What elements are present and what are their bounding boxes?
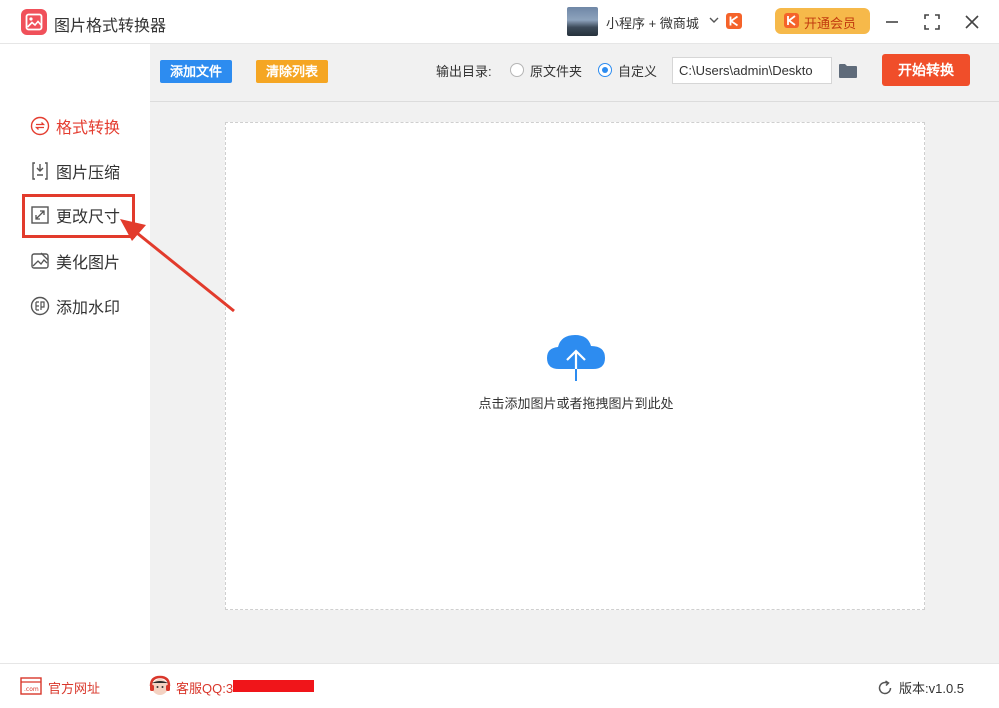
compress-icon (32, 162, 48, 180)
radio-custom-label[interactable]: 自定义 (618, 61, 657, 80)
refresh-icon[interactable] (877, 680, 893, 696)
radio-original-label[interactable]: 原文件夹 (530, 61, 582, 80)
start-convert-button[interactable]: 开始转换 (882, 54, 970, 86)
sidebar: 格式转换 图片压缩 更改尺寸 美化图片 添加水印 (0, 44, 150, 663)
add-file-button[interactable]: 添加文件 (160, 60, 232, 83)
beautify-icon (31, 252, 49, 269)
mini-program-dropdown[interactable]: 小程序 + 微商城 (606, 13, 699, 32)
mini-program-thumbnail[interactable] (567, 7, 598, 36)
website-icon[interactable]: .com (20, 677, 42, 695)
official-site-link[interactable]: 官方网址 (48, 678, 100, 697)
customer-service-icon[interactable] (148, 674, 172, 698)
chevron-down-icon[interactable] (709, 16, 719, 24)
file-drop-zone[interactable]: 点击添加图片或者拖拽图片到此处 (225, 122, 925, 610)
folder-icon[interactable] (838, 63, 858, 79)
watermark-icon (30, 296, 50, 316)
sidebar-item-beautify[interactable]: 美化图片 (30, 248, 120, 274)
service-qq-label: 客服QQ:3 (176, 681, 234, 696)
output-path-field[interactable]: C:\Users\admin\Deskto (672, 57, 832, 84)
redaction-bar (233, 680, 314, 692)
radio-custom-folder[interactable] (598, 63, 612, 77)
sidebar-item-label: 格式转换 (56, 120, 121, 137)
version-label: 版本:v1.0.5 (899, 681, 965, 696)
sidebar-item-format-convert[interactable]: 格式转换 (30, 113, 120, 139)
sidebar-item-watermark[interactable]: 添加水印 (30, 293, 120, 319)
vip-k-icon (784, 13, 799, 28)
footer: .com 官方网址 客服QQ:3 版本:v1.0.5 (0, 663, 999, 708)
vip-label: 开通会员 (804, 16, 857, 31)
format-convert-icon (30, 116, 50, 136)
annotation-arrow-icon (120, 219, 235, 313)
close-icon[interactable] (961, 11, 983, 33)
title-bar: 图片格式转换器 小程序 + 微商城 开通会员 (0, 0, 999, 44)
app-logo-icon (21, 9, 47, 35)
cloud-upload-icon[interactable] (545, 331, 607, 383)
vip-button[interactable]: 开通会员 (775, 8, 870, 34)
sidebar-item-label: 图片压缩 (56, 165, 121, 182)
svg-text:.com: .com (24, 686, 39, 693)
drop-hint: 点击添加图片或者拖拽图片到此处 (478, 396, 674, 411)
maximize-icon[interactable] (921, 11, 943, 33)
app-title: 图片格式转换器 (54, 18, 167, 35)
output-dir-label: 输出目录: (436, 64, 492, 79)
radio-original-folder[interactable] (510, 63, 524, 77)
clear-list-button[interactable]: 清除列表 (256, 60, 328, 83)
toolbar: 添加文件 清除列表 输出目录: 原文件夹 自定义 C:\Users\admin\… (150, 44, 999, 102)
minimize-icon[interactable] (881, 11, 903, 33)
brand-k-icon (726, 13, 742, 29)
sidebar-item-compress[interactable]: 图片压缩 (30, 158, 120, 184)
